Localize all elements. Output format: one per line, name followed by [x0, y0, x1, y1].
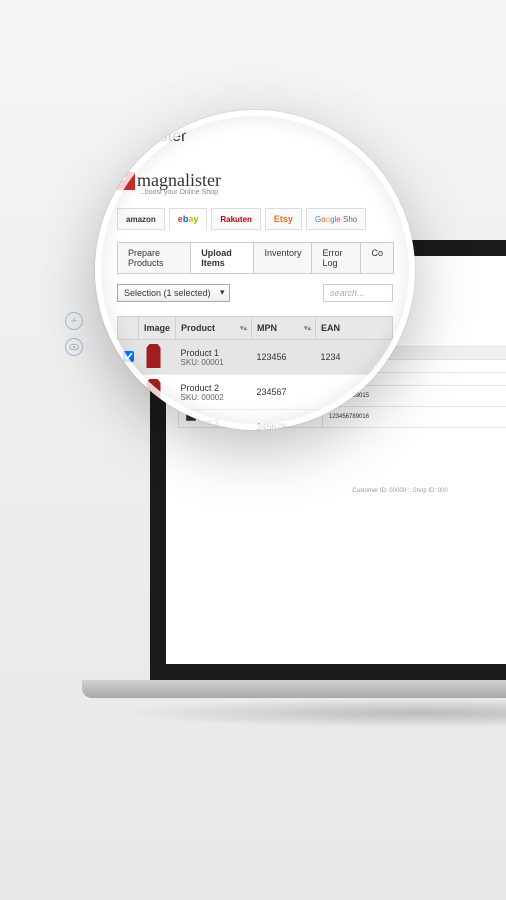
app-content: agnalister magnalister ...boost your Onl… — [95, 110, 415, 430]
logo-text: magnalister — [137, 170, 221, 191]
col-mpn[interactable]: MPN▾▴ — [252, 317, 316, 340]
tab-amazon[interactable]: amazon — [117, 208, 165, 230]
row-checkbox[interactable] — [123, 386, 134, 397]
magnifier-lens: agnalister magnalister ...boost your Onl… — [95, 110, 415, 430]
table-header-row: Image Product▾▴ MPN▾▴ EAN — [118, 317, 393, 340]
tab-rakuten[interactable]: Rakuten — [211, 208, 261, 230]
logo-tagline: ...boost your Online Shop — [139, 189, 393, 196]
row-checkbox[interactable] — [123, 351, 134, 362]
product-sku: SKU: 00001 — [181, 358, 247, 367]
col-image[interactable]: Image — [139, 317, 176, 340]
laptop-base — [82, 680, 506, 698]
tab-etsy[interactable]: Etsy — [265, 208, 302, 230]
side-toolbar: + — [65, 312, 83, 364]
controls-row: Selection (1 selected) search... — [117, 284, 393, 302]
subtab-error-log[interactable]: Error Log — [311, 242, 361, 274]
add-icon[interactable]: + — [65, 312, 83, 330]
search-input[interactable]: search... — [323, 284, 393, 302]
product-thumb-icon — [144, 379, 164, 403]
col-checkbox[interactable] — [118, 317, 139, 340]
brand-logo: magnalister — [117, 170, 393, 191]
page-title-partial: agnalister — [117, 128, 393, 146]
marketplace-tabs: amazon ebay Rakuten Etsy Google Sho — [117, 208, 393, 230]
laptop-shadow — [120, 698, 506, 728]
row-checkbox[interactable] — [123, 421, 134, 431]
subtab-more[interactable]: Co — [360, 242, 394, 274]
selection-dropdown[interactable]: Selection (1 selected) — [117, 284, 230, 302]
product-name: Product 1 — [181, 348, 247, 358]
preview-icon[interactable] — [65, 338, 83, 356]
product-mpn: 234567 — [252, 375, 316, 410]
product-name: Product 2 — [181, 383, 247, 393]
subtab-prepare-products[interactable]: Prepare Products — [117, 242, 191, 274]
sort-icon[interactable]: ▾▴ — [240, 324, 247, 332]
subtab-inventory[interactable]: Inventory — [253, 242, 312, 274]
tab-ebay[interactable]: ebay — [169, 208, 208, 230]
product-sku: SKU: 00002 — [181, 393, 247, 402]
product-mpn: 123456 — [252, 340, 316, 375]
footer-info: Customer ID: 00000 :: Shop ID: 000 — [178, 488, 506, 494]
col-product[interactable]: Product▾▴ — [176, 317, 252, 340]
product-thumb-icon — [144, 344, 164, 368]
subtab-upload-items[interactable]: Upload Items — [190, 242, 254, 274]
section-tabs: Prepare Products Upload Items Inventory … — [117, 242, 393, 274]
col-ean[interactable]: EAN — [316, 317, 393, 340]
sort-icon[interactable]: ▾▴ — [304, 324, 311, 332]
logo-icon — [117, 172, 135, 190]
tab-google-shopping[interactable]: Google Sho — [306, 208, 366, 230]
table-row[interactable]: Product 1SKU: 00001 123456 1234 — [118, 340, 393, 375]
